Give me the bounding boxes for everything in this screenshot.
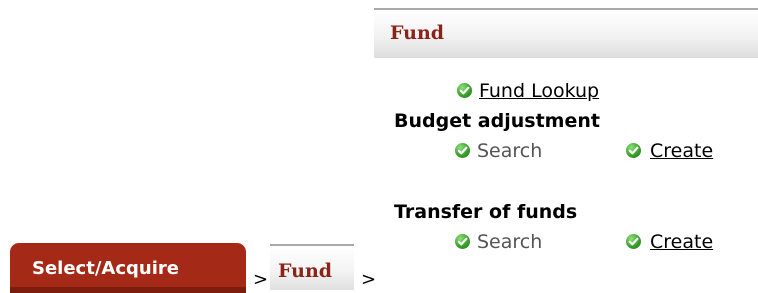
panel-header: Fund [374,8,758,58]
check-circle-icon [455,234,470,249]
fund-tab[interactable]: Fund [270,244,354,290]
select-acquire-tab-label: Select/Acquire [32,258,179,279]
transfer-search-label: Search [477,231,543,253]
check-circle-icon [626,234,641,249]
check-circle-icon [457,83,472,98]
breadcrumb-separator: > [253,269,269,290]
budget-search-label: Search [477,140,543,162]
budget-create-link[interactable]: Create [650,140,713,162]
fund-panel: Fund Fund Lookup Budget adjustment Searc… [374,6,758,291]
panel-title: Fund [390,22,445,44]
transfer-create-link[interactable]: Create [650,231,713,253]
budget-adjustment-heading: Budget adjustment [394,110,600,132]
fund-tab-label: Fund [278,260,333,282]
check-circle-icon [455,143,470,158]
breadcrumb-separator: > [361,269,377,290]
fund-lookup-link[interactable]: Fund Lookup [479,80,599,102]
transfer-of-funds-heading: Transfer of funds [394,201,578,223]
select-acquire-tab[interactable]: Select/Acquire [10,243,246,293]
check-circle-icon [626,143,641,158]
